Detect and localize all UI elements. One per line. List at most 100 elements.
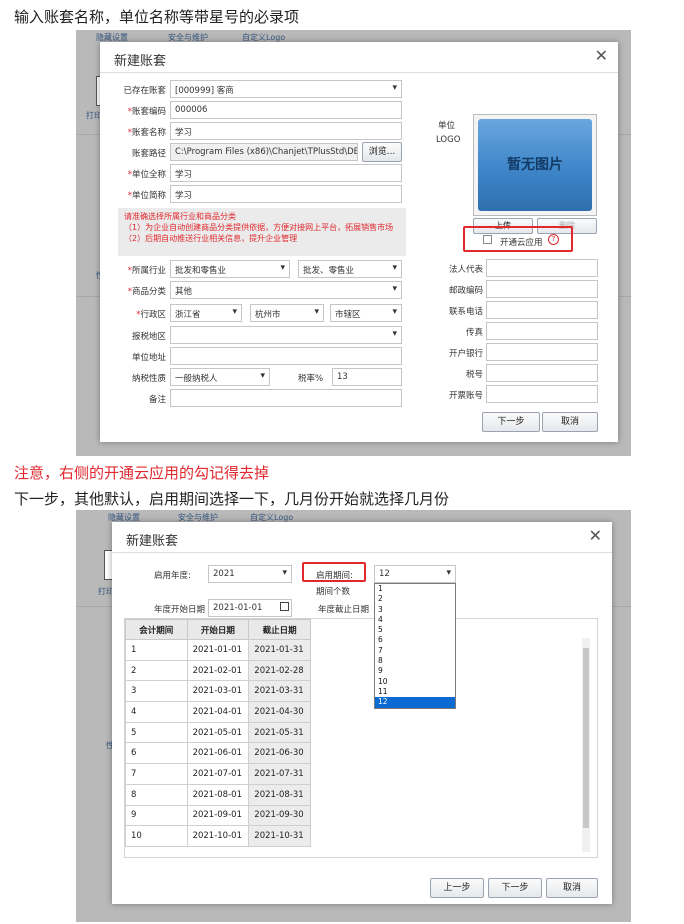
tax-region-select[interactable] (170, 326, 402, 344)
tax-region-label: 报税地区 (131, 332, 166, 342)
col-header: 截止日期 (248, 619, 311, 640)
scrollbar-thumb[interactable] (583, 648, 589, 828)
period-option[interactable]: 5 (375, 625, 455, 635)
cloud-checkbox[interactable] (483, 235, 492, 244)
unit-address-input[interactable] (170, 347, 402, 365)
next-button[interactable]: 下一步 (488, 878, 542, 898)
category-select[interactable]: 其他 (170, 281, 402, 299)
year-select[interactable]: 2021 (208, 565, 292, 583)
legal-label: 法人代表 (448, 265, 483, 275)
grid-scrollbar[interactable] (582, 638, 590, 852)
logo-placeholder: 暂无图片 (478, 119, 592, 211)
table-row[interactable]: 2 2021-02-01 2021-02-28 (125, 659, 311, 682)
invoice-account-input[interactable] (486, 385, 598, 403)
period-option[interactable]: 8 (375, 656, 455, 666)
industry-select[interactable]: 批发和零售业 (170, 260, 290, 278)
period-option[interactable]: 11 (375, 687, 455, 697)
bank-label: 开户银行 (448, 349, 483, 359)
category-label: *商品分类 (127, 287, 166, 297)
period-option[interactable]: 2 (375, 594, 455, 604)
period-dropdown[interactable]: 1 2 3 4 5 6 7 8 9 10 11 12 (374, 583, 456, 709)
caption-3: 下一步，其他默认，启用期间选择一下，几月份开始就选择几月份 (14, 490, 450, 508)
period-option[interactable]: 6 (375, 635, 455, 645)
period-option-selected[interactable]: 12 (375, 697, 455, 708)
dialog-title: 新建账套 (126, 534, 179, 549)
table-row[interactable]: 10 2021-10-01 2021-10-31 (125, 825, 311, 847)
period-count-label: 期间个数 (316, 587, 351, 597)
address-label: 单位地址 (131, 353, 166, 363)
help-icon[interactable]: ? (548, 234, 559, 245)
browse-button[interactable]: 浏览... (362, 142, 402, 162)
notice-line-2: （1）为企业自动创建商品分类提供依据，方便对接网上平台，拓展销售市场 (124, 223, 394, 232)
close-icon[interactable]: ✕ (595, 46, 608, 65)
taxrate-input[interactable]: 13 (332, 368, 402, 386)
taxpayer-select[interactable]: 一般纳税人 (170, 368, 270, 386)
dialog-title: 新建账套 (114, 54, 167, 69)
year-end-label: 年度截止日期 (318, 605, 370, 615)
table-row[interactable]: 8 2021-08-01 2021-08-31 (125, 783, 311, 806)
prev-button[interactable]: 上一步 (430, 878, 484, 898)
calendar-icon[interactable] (280, 602, 289, 611)
period-option[interactable]: 7 (375, 646, 455, 656)
year-label: 启用年度: (154, 571, 191, 581)
fax-label: 传真 (465, 328, 483, 338)
cancel-button[interactable]: 取消 (546, 878, 598, 898)
period-label: 启用期间: (316, 571, 353, 581)
unit-shortname-input[interactable]: 学习 (170, 185, 402, 203)
account-code-input[interactable]: 000006 (170, 101, 402, 119)
city-select[interactable]: 杭州市 (250, 304, 324, 322)
table-row[interactable]: 6 2021-06-01 2021-06-30 (125, 742, 311, 765)
path-label: 账套路径 (131, 149, 166, 159)
period-table: 会计期间 开始日期 截止日期 1 2021-01-01 2021-01-31 2 20… (125, 619, 311, 847)
caption-2: 注意，右侧的开通云应用的勾记得去掉 (14, 464, 270, 482)
fax-input[interactable] (486, 322, 598, 340)
period-option[interactable]: 1 (375, 584, 455, 594)
cancel-button[interactable]: 取消 (542, 412, 598, 432)
phone-label: 联系电话 (448, 307, 483, 317)
table-row[interactable]: 1 2021-01-01 2021-01-31 (125, 639, 311, 661)
taxno-label: 税号 (465, 370, 483, 380)
logo-label-2: LOGO (436, 135, 461, 145)
postal-input[interactable] (486, 280, 598, 298)
industry-notice: 请准确选择所属行业和商品分类 （1）为企业自动创建商品分类提供依据，方便对接网上… (118, 208, 406, 256)
logo-frame: 暂无图片 (473, 114, 597, 216)
phone-input[interactable] (486, 301, 598, 319)
new-account-dialog: 新建账套 ✕ 已存在账套 [000999] 客商 *账套编码 000006 *账… (100, 42, 618, 442)
table-row[interactable]: 3 2021-03-01 2021-03-31 (125, 680, 311, 703)
period-option[interactable]: 9 (375, 666, 455, 676)
account-path-input[interactable]: C:\Program Files (x86)\Chanjet\TPlusStd\… (170, 143, 358, 161)
period-option[interactable]: 3 (375, 605, 455, 615)
year-start-label: 年度开始日期 (154, 605, 206, 615)
table-row[interactable]: 4 2021-04-01 2021-04-30 (125, 701, 311, 723)
next-button[interactable]: 下一步 (482, 412, 540, 432)
code-label: *账套编码 (127, 107, 166, 117)
notice-line-1: 请准确选择所属行业和商品分类 (124, 212, 236, 221)
industry-sub-select[interactable]: 批发、零售业 (298, 260, 402, 278)
unit-fullname-input[interactable]: 学习 (170, 164, 402, 182)
fullname-label: *单位全称 (127, 170, 166, 180)
period-option[interactable]: 4 (375, 615, 455, 625)
existing-account-select[interactable]: [000999] 客商 (170, 80, 402, 98)
remark-input[interactable] (170, 389, 402, 407)
logo-label-1: 单位 (438, 121, 456, 131)
table-row[interactable]: 5 2021-05-01 2021-05-31 (125, 721, 311, 744)
col-header: 会计期间 (125, 619, 188, 640)
legal-input[interactable] (486, 259, 598, 277)
name-label: *账套名称 (127, 128, 166, 138)
district-select[interactable]: 市辖区 (330, 304, 402, 322)
region-label: *行政区 (136, 310, 166, 320)
bank-input[interactable] (486, 343, 598, 361)
screenshot-2: 隐藏设置 安全与维护 自定义Logo 打印 性 新建账套 ✕ 启用年度: 202… (76, 510, 631, 922)
title-divider (112, 552, 612, 553)
taxno-input[interactable] (486, 364, 598, 382)
table-row[interactable]: 9 2021-09-01 2021-09-30 (125, 804, 311, 827)
screenshot-1: 隐藏设置 安全与维护 自定义Logo 打印 性 新建账套 ✕ 已存在账套 [00… (76, 30, 631, 456)
period-option[interactable]: 10 (375, 677, 455, 687)
account-name-input[interactable]: 学习 (170, 122, 402, 140)
notice-line-3: （2）后期自动推送行业相关信息，提升企业管理 (124, 234, 298, 243)
table-row[interactable]: 7 2021-07-01 2021-07-31 (125, 763, 311, 785)
close-icon[interactable]: ✕ (589, 526, 602, 545)
province-select[interactable]: 浙江省 (170, 304, 242, 322)
postal-label: 邮政编码 (448, 286, 483, 296)
period-select[interactable]: 12 (374, 565, 456, 583)
